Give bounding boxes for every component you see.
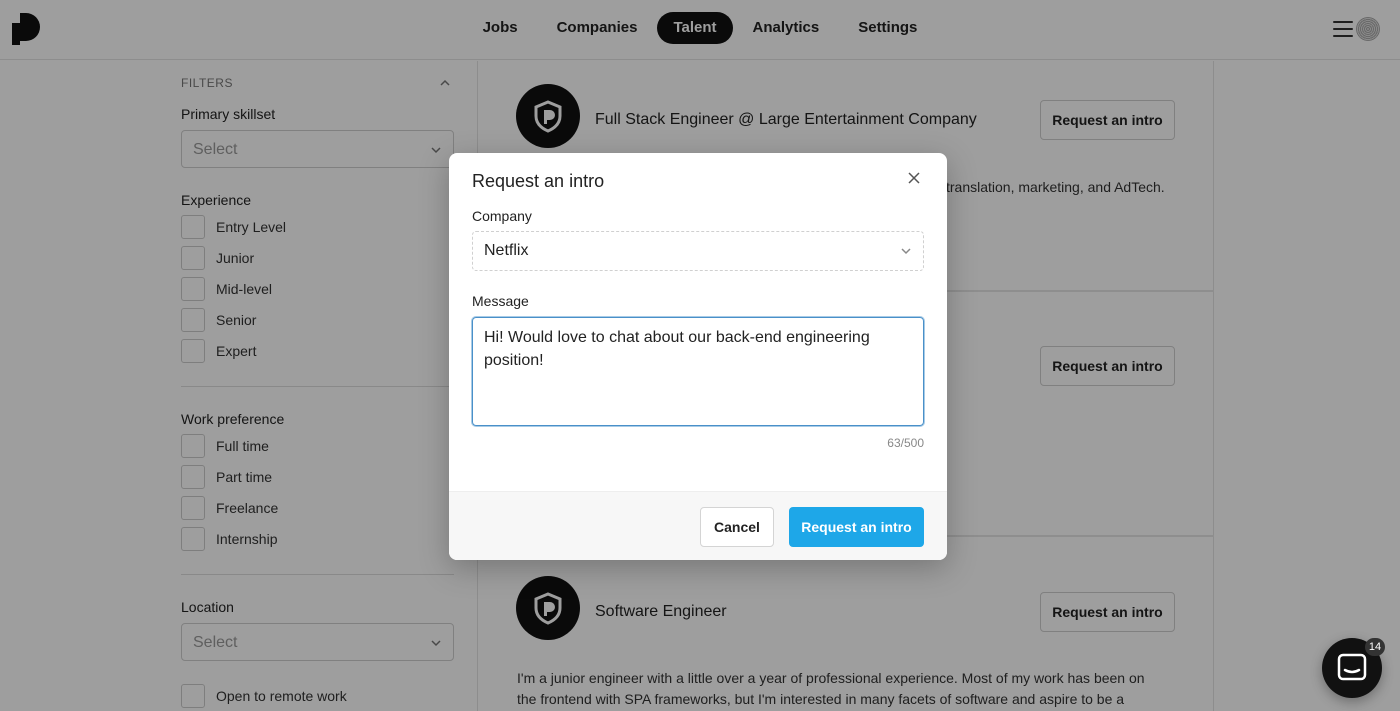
cancel-button[interactable]: Cancel — [700, 507, 774, 547]
dialog-title: Request an intro — [472, 171, 605, 191]
submit-request-intro-button[interactable]: Request an intro — [789, 507, 924, 547]
dialog-footer: Cancel Request an intro — [449, 491, 947, 560]
company-label: Company — [472, 208, 532, 224]
character-counter: 63/500 — [887, 436, 924, 450]
close-icon[interactable] — [907, 171, 921, 185]
chevron-down-icon — [901, 248, 911, 255]
notification-badge: 14 — [1365, 638, 1385, 656]
company-select[interactable]: Netflix — [472, 231, 924, 271]
company-select-value: Netflix — [484, 242, 529, 259]
message-label: Message — [472, 293, 529, 309]
message-textarea[interactable]: Hi! Would love to chat about our back-en… — [472, 317, 924, 426]
request-intro-dialog: Request an intro Company Netflix Message… — [449, 153, 947, 560]
